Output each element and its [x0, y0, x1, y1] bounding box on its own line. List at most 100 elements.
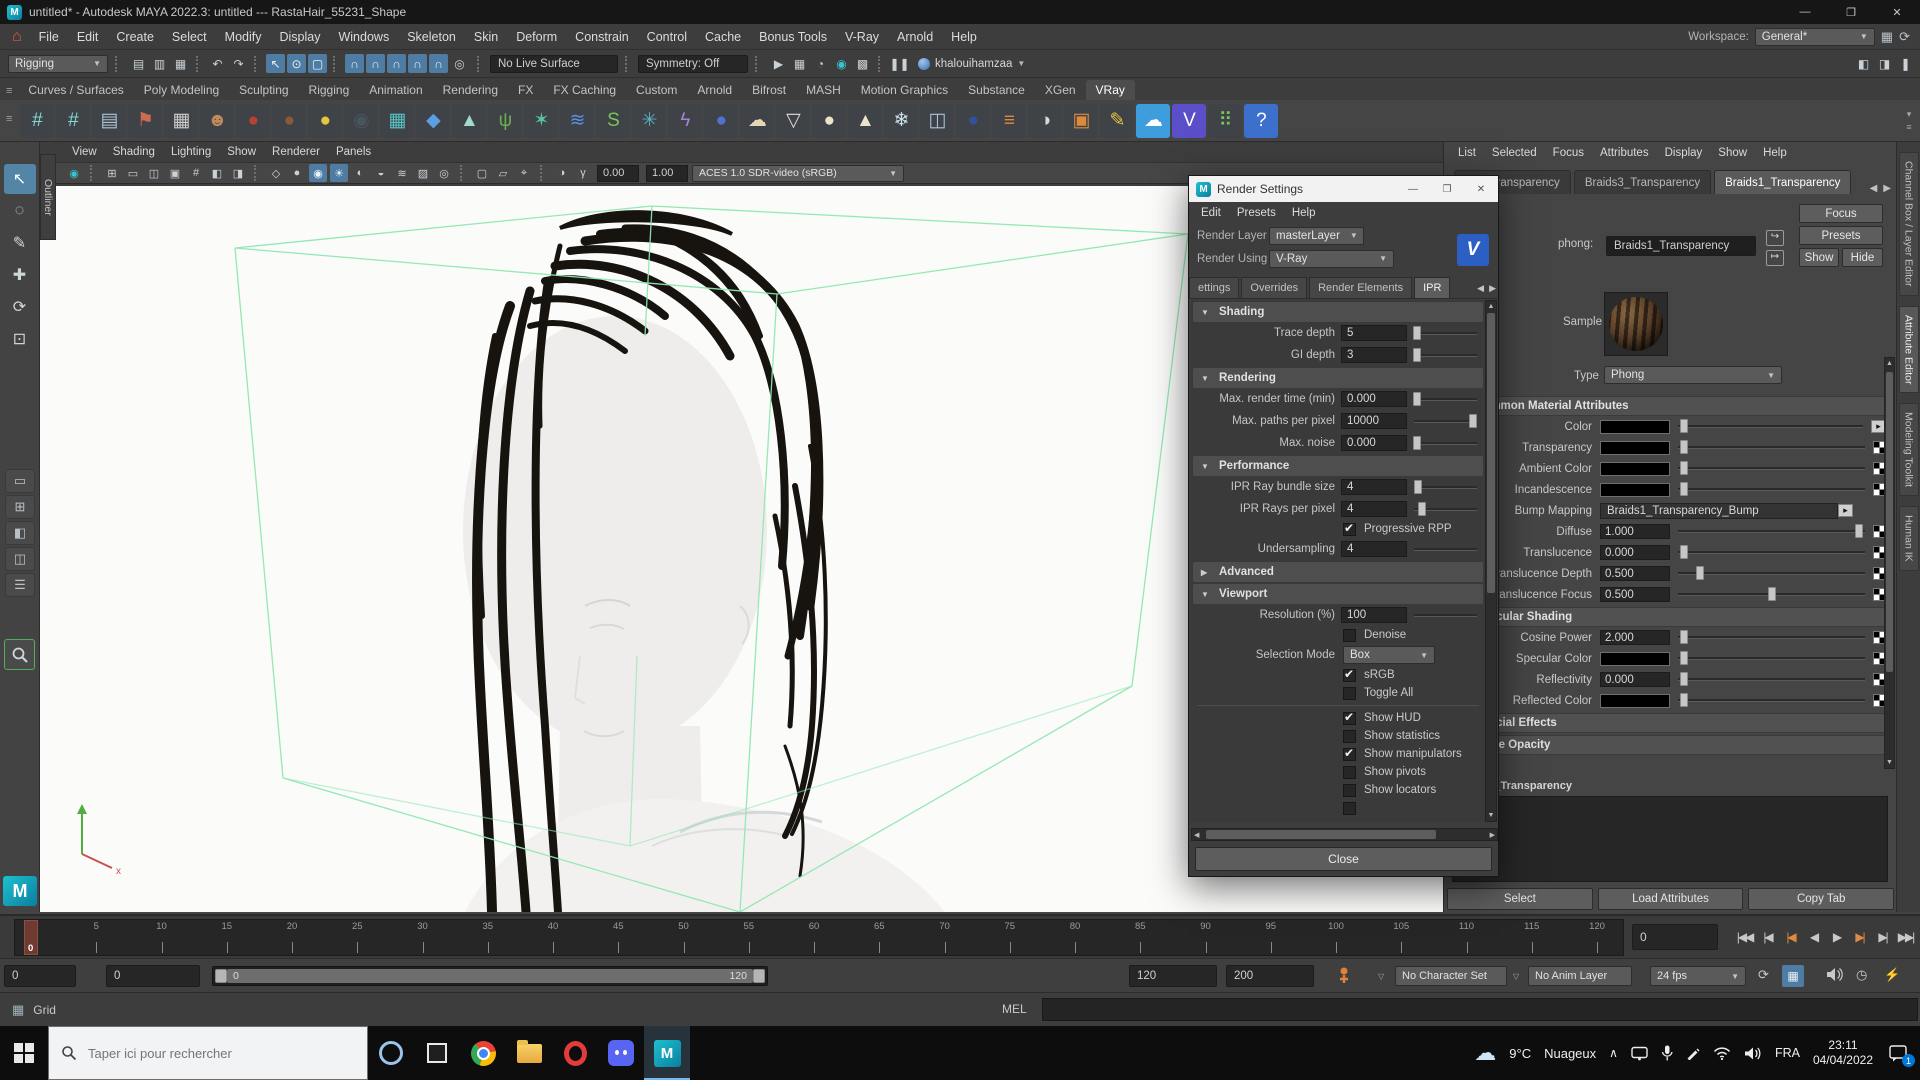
workspace-reset-icon[interactable]: ⟳	[1899, 29, 1910, 45]
shelf-icon-15[interactable]: ✶	[524, 103, 559, 138]
value-field-ipr-ray-bundle-size[interactable]: 4	[1341, 479, 1407, 495]
checkbox-show-locators[interactable]	[1343, 783, 1356, 797]
vp-textured-icon[interactable]: ◉	[309, 164, 327, 182]
slider-handle[interactable]	[1412, 435, 1421, 450]
slider-handle[interactable]	[1767, 587, 1776, 601]
anim-layer-dropdown[interactable]: No Anim Layer	[1528, 966, 1632, 986]
dialog-maximize-button[interactable]: ❐	[1430, 176, 1464, 202]
value-field-gi-depth[interactable]: 3	[1341, 347, 1407, 363]
shelf-icon-13[interactable]: ▲	[452, 103, 487, 138]
menuset-dropdown[interactable]: Rigging ▼	[8, 54, 108, 73]
weather-description[interactable]: Nuageux	[1544, 1046, 1596, 1061]
out-connection-icon[interactable]: ↦	[1766, 250, 1784, 266]
slider-handle[interactable]	[1696, 566, 1705, 580]
shelf-icon-11[interactable]: ▦	[380, 103, 415, 138]
copy-tab-button[interactable]: Copy Tab	[1748, 888, 1895, 910]
select-button[interactable]: Select	[1447, 888, 1593, 910]
ae-menu-attributes[interactable]: Attributes	[1592, 147, 1657, 159]
slider-ipr-ray-bundle-size[interactable]	[1413, 479, 1477, 494]
chevron-up-icon[interactable]: ∧	[1609, 1046, 1618, 1060]
color-swatch-transparency[interactable]	[1600, 440, 1670, 455]
render-settings-close-button[interactable]: Close	[1195, 847, 1492, 871]
color-swatch-incandescence[interactable]	[1600, 482, 1670, 497]
taskbar-app-discord[interactable]	[598, 1026, 644, 1080]
vp-safe-title-icon[interactable]: ◨	[229, 164, 247, 182]
shelf-tab-rigging[interactable]: Rigging	[299, 80, 360, 100]
go-to-start-button[interactable]: |◀◀	[1733, 922, 1756, 952]
shelf-icon-30[interactable]: ▣	[1064, 103, 1099, 138]
range-handle-right[interactable]	[753, 969, 765, 983]
new-scene-icon[interactable]: ▤	[129, 54, 148, 73]
value-field-ipr-rays-per-pixel[interactable]: 4	[1341, 501, 1407, 517]
shelf-icon-16[interactable]: ≋	[560, 103, 595, 138]
value-field-max-paths-per-pixel[interactable]: 10000	[1341, 413, 1407, 429]
viewport-menu-view[interactable]: View	[64, 146, 105, 158]
microphone-icon[interactable]	[1661, 1045, 1673, 1061]
menu-edit[interactable]: Edit	[68, 30, 108, 44]
slider-ambient-color[interactable]	[1678, 461, 1865, 475]
timeline-ruler[interactable]: 0 5 10 15 20 25 30 35 40 45 50 55 60 65 70 75 80 85 90 95 10…	[14, 919, 1624, 956]
slider-handle[interactable]	[1679, 419, 1688, 433]
weather-icon[interactable]: ☁	[1474, 1040, 1496, 1066]
side-tab-channel-box-layer-editor[interactable]: Channel Box / Layer Editor	[1898, 152, 1919, 296]
shelf-icon-19[interactable]: ϟ	[668, 103, 703, 138]
render-view-icon[interactable]: ▶	[769, 54, 788, 73]
menu-deform[interactable]: Deform	[507, 30, 566, 44]
notification-center-button[interactable]: 1	[1886, 1040, 1915, 1067]
snap-to-grid-icon[interactable]: ∩	[345, 54, 364, 73]
vp-isolate-select-icon[interactable]: ▢	[473, 164, 491, 182]
render-using-dropdown[interactable]: V-Ray ▼	[1269, 249, 1394, 268]
step-back-key-button[interactable]: |◀	[1779, 922, 1802, 952]
slider-handle[interactable]	[1412, 391, 1421, 406]
render-settings-icon[interactable]: ▩	[853, 54, 872, 73]
value-field-reflectivity[interactable]: 0.000	[1600, 672, 1670, 687]
layout-hypershade-icon[interactable]: ☰	[5, 573, 35, 597]
ae-tab-braids1-transparency[interactable]: Braids1_Transparency	[1714, 170, 1852, 194]
slider-incandescence[interactable]	[1678, 482, 1865, 496]
color-swatch-color[interactable]	[1600, 419, 1670, 434]
step-forward-frame-button[interactable]: ▶|	[1871, 922, 1894, 952]
minimize-button[interactable]: —	[1782, 0, 1828, 24]
shelf-icon-34[interactable]: ⠿	[1208, 103, 1243, 138]
slider-color[interactable]	[1678, 419, 1863, 433]
scrollbar-thumb[interactable]	[1487, 313, 1495, 593]
rs-menu-presets[interactable]: Presets	[1229, 207, 1284, 219]
chevron-down-icon[interactable]: ▽	[1378, 972, 1384, 981]
close-button[interactable]: ✕	[1874, 0, 1920, 24]
shelf-menu-icon[interactable]: ≡	[6, 85, 12, 97]
scroll-right-icon[interactable]: ▶	[1490, 831, 1495, 839]
character-set-dropdown[interactable]: No Character Set	[1395, 966, 1507, 986]
checkbox-show-statistics[interactable]	[1343, 729, 1356, 743]
value-field-translucence-focus[interactable]: 0.500	[1600, 587, 1670, 602]
shelf-tab-vray[interactable]: VRay	[1085, 80, 1135, 100]
slider-handle[interactable]	[1679, 545, 1688, 559]
rs-tab-scroll-arrows[interactable]: ◀ ▶	[1477, 283, 1500, 298]
vp-dof-icon[interactable]: ◎	[435, 164, 453, 182]
animation-end-field[interactable]: 200	[1226, 965, 1314, 987]
play-forwards-button[interactable]: ▶	[1825, 922, 1848, 952]
workspace-settings-icon[interactable]: ▦	[1881, 29, 1893, 45]
cached-playback-icon[interactable]: ◷	[1856, 967, 1867, 983]
vp-film-gate-icon[interactable]: ▭	[124, 164, 142, 182]
render-settings-titlebar[interactable]: M Render Settings — ❐ ✕	[1189, 176, 1498, 202]
viewport-menu-show[interactable]: Show	[219, 146, 264, 158]
slider-ipr-rays-per-pixel[interactable]	[1414, 501, 1477, 516]
range-slider[interactable]: 0 120	[212, 966, 768, 986]
rotate-tool-icon[interactable]: ⟳	[4, 292, 36, 322]
slider-handle[interactable]	[1412, 325, 1421, 340]
section-header-specular-shading[interactable]: ▼Specular Shading	[1450, 607, 1886, 627]
shelf-tab-sculpting[interactable]: Sculpting	[229, 80, 298, 100]
type-dropdown[interactable]: Phong ▼	[1604, 366, 1782, 384]
vp-joint-xray-icon[interactable]: ⌖	[515, 164, 533, 182]
value-field-undersampling[interactable]: 4	[1341, 541, 1407, 557]
scroll-up-icon[interactable]: ▲	[1486, 303, 1496, 310]
volume-icon[interactable]	[1744, 1046, 1762, 1061]
shelf-tab-custom[interactable]: Custom	[626, 80, 687, 100]
shelf-icon-24[interactable]: ▲	[848, 103, 883, 138]
range-handle-left[interactable]	[215, 969, 227, 983]
rs-scrollbar-horizontal[interactable]: ◀ ▶	[1191, 828, 1498, 841]
shelf-icon-35[interactable]: ?	[1244, 103, 1279, 138]
animation-start-field[interactable]: 0	[4, 965, 76, 987]
slider-handle[interactable]	[1679, 651, 1688, 665]
search-input[interactable]	[86, 1044, 336, 1062]
